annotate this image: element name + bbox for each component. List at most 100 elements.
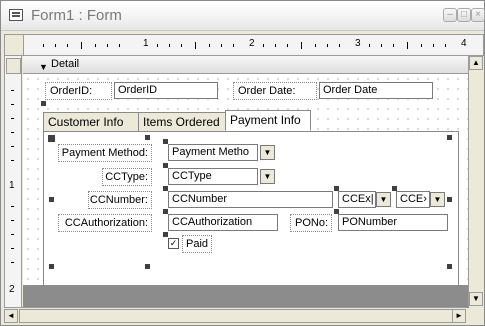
ccexpmonth-combo[interactable]: CCEx| ▼ [338, 191, 392, 208]
ruler-tick [369, 44, 370, 47]
dropdown-arrow-icon[interactable]: ▼ [376, 192, 391, 207]
ccnumber-textbox[interactable]: CCNumber [168, 191, 333, 208]
ccauthorization-label[interactable]: CCAuthorization: [58, 214, 152, 232]
detail-grid[interactable]: OrderID: OrderID Order Date: Order Date … [23, 74, 469, 302]
pono-label[interactable]: PONo: [290, 214, 332, 232]
paid-label[interactable]: Paid [182, 235, 212, 253]
ruler-number: 1 [9, 180, 15, 191]
selection-handle[interactable] [163, 232, 168, 237]
close-button[interactable]: × [471, 8, 485, 22]
ruler-tick [393, 44, 394, 47]
paid-checkbox[interactable]: ✓ [168, 238, 179, 249]
ccauthorization-textbox[interactable]: CCAuthorization [168, 214, 278, 231]
ruler-tick [11, 220, 14, 221]
dropdown-arrow-icon[interactable]: ▼ [260, 169, 275, 184]
form-icon [9, 9, 23, 21]
horizontal-scroll-thumb[interactable] [19, 309, 457, 323]
tab-customer-info[interactable]: Customer Info [43, 112, 139, 131]
selection-handle[interactable] [163, 139, 168, 144]
ruler-number: 2 [9, 284, 15, 295]
payment-method-value[interactable]: Payment Metho [168, 144, 258, 161]
form-selector[interactable] [5, 35, 24, 55]
minimize-button[interactable]: – [443, 8, 457, 22]
selection-handle[interactable] [48, 135, 55, 142]
ruler-tick [95, 44, 96, 47]
dropdown-arrow-icon[interactable]: ▼ [260, 145, 275, 160]
cctype-value[interactable]: CCType [168, 168, 258, 185]
ruler-tick [381, 44, 382, 47]
ccexpyear-combo[interactable]: CCE› ▼ [396, 191, 446, 208]
form-footer-area [23, 285, 469, 308]
ruler-tick [11, 160, 14, 161]
ruler-tick [81, 42, 82, 49]
ccexpmonth-value[interactable]: CCEx| [338, 191, 376, 208]
restore-button[interactable]: □ [457, 8, 471, 22]
selection-handle[interactable] [392, 186, 397, 191]
ruler-tick [275, 44, 276, 47]
selection-handle[interactable] [447, 135, 452, 140]
ruler-tick [11, 104, 14, 105]
selection-handle[interactable] [145, 264, 150, 269]
scroll-up-icon[interactable]: ▲ [469, 56, 483, 70]
detail-section-label: Detail [51, 58, 80, 70]
ruler-tick [11, 206, 14, 207]
ruler-number: 4 [461, 38, 467, 49]
ruler-tick [43, 44, 44, 47]
tab-payment-info[interactable]: Payment Info [225, 110, 311, 131]
cctype-label[interactable]: CCType: [102, 168, 152, 186]
detail-section-bar[interactable]: ▼ Detail [23, 56, 469, 74]
ruler-number: 2 [249, 38, 255, 49]
window-title: Form1 : Form [31, 7, 122, 24]
selection-handle[interactable] [163, 163, 168, 168]
ruler-tick [433, 44, 434, 47]
horizontal-ruler[interactable]: 1 2 3 4 [4, 34, 484, 56]
cctype-combo[interactable]: CCType ▼ [168, 168, 276, 185]
ruler-tick [421, 44, 422, 47]
selection-handle[interactable] [163, 209, 168, 214]
section-selector[interactable] [6, 58, 21, 74]
order-date-label[interactable]: Order Date: [233, 82, 317, 100]
vertical-scrollbar[interactable]: ▲ ▼ [468, 56, 484, 307]
ruler-tick [339, 44, 340, 47]
selection-handle[interactable] [49, 197, 54, 202]
selection-handle[interactable] [334, 186, 339, 191]
tab-items-ordered[interactable]: Items Ordered [138, 112, 226, 131]
selection-handle[interactable] [163, 186, 168, 191]
payment-method-combo[interactable]: Payment Metho ▼ [168, 144, 276, 161]
ccnumber-label[interactable]: CCNumber: [88, 191, 152, 209]
selection-handle[interactable] [145, 135, 150, 140]
ruler-number: 3 [355, 38, 361, 49]
ruler-tick [107, 44, 108, 47]
ruler-tick [11, 118, 14, 119]
ruler-tick [157, 44, 158, 47]
scroll-left-icon[interactable]: ◄ [4, 309, 18, 323]
pono-textbox[interactable]: PONumber [338, 214, 448, 231]
ruler-tick [327, 44, 328, 47]
ruler-tick [287, 44, 288, 47]
title-bar[interactable]: Form1 : Form – □ × [1, 1, 485, 31]
selection-handle[interactable] [334, 209, 339, 214]
form-window: Form1 : Form – □ × 1 2 3 4 1 2 ▼ Detail … [0, 0, 485, 326]
ruler-tick [169, 44, 170, 47]
horizontal-scrollbar[interactable]: ◄ ► [4, 307, 466, 323]
selection-handle[interactable] [49, 264, 54, 269]
order-date-textbox[interactable]: Order Date [319, 82, 433, 99]
design-canvas[interactable]: ▼ Detail OrderID: OrderID Order Date: Or… [23, 56, 469, 308]
order-id-label[interactable]: OrderID: [45, 82, 112, 100]
dropdown-arrow-icon[interactable]: ▼ [430, 192, 445, 207]
ruler-tick [11, 248, 14, 249]
tab-page-payment-info[interactable]: Payment Method: Payment Metho ▼ CCType: … [43, 131, 459, 287]
ruler-tick [11, 146, 14, 147]
selection-handle[interactable] [447, 264, 452, 269]
vertical-ruler[interactable]: 1 2 [4, 56, 22, 308]
ccexpyear-value[interactable]: CCE› [396, 191, 430, 208]
ruler-number: 1 [143, 38, 149, 49]
selection-handle[interactable] [447, 197, 452, 202]
payment-method-label[interactable]: Payment Method: [58, 144, 152, 162]
ruler-tick [233, 44, 234, 47]
ruler-tick [11, 132, 14, 133]
scroll-down-icon[interactable]: ▼ [469, 292, 483, 306]
order-id-textbox[interactable]: OrderID [114, 82, 218, 99]
selection-handle[interactable] [41, 101, 46, 106]
scroll-right-icon[interactable]: ► [452, 309, 466, 323]
